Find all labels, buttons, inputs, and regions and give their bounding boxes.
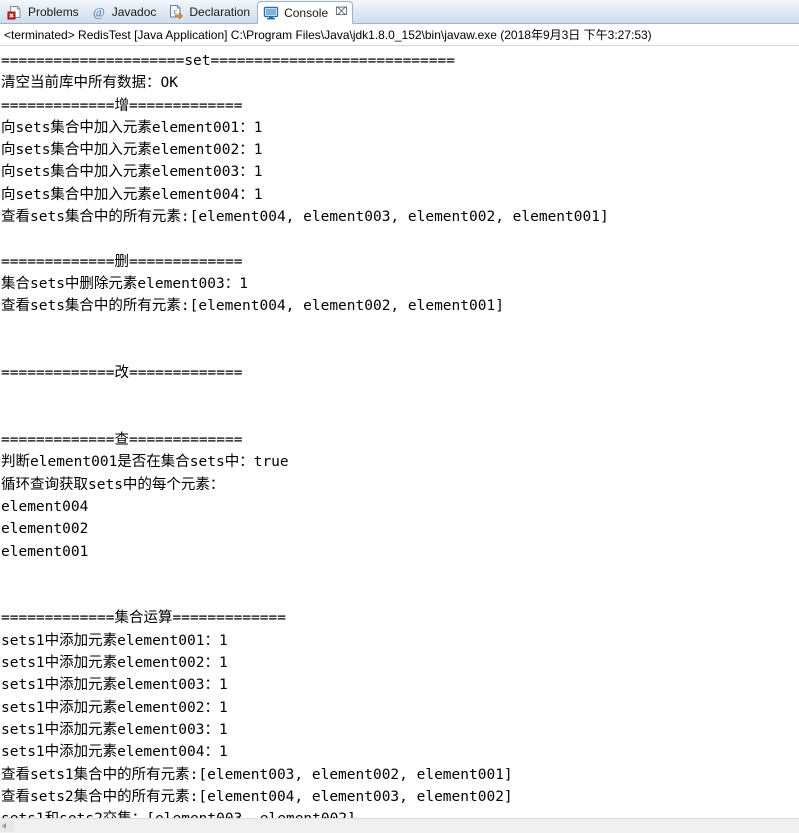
horizontal-scrollbar[interactable] <box>0 818 799 833</box>
tab-declaration[interactable]: c Declaration <box>163 0 257 23</box>
tab-label-console: Console <box>284 5 329 20</box>
declaration-icon: c <box>168 4 184 20</box>
left-arrow-icon[interactable] <box>2 823 6 829</box>
tab-javadoc[interactable]: @ Javadoc <box>86 0 164 23</box>
process-info-line: <terminated> RedisTest [Java Application… <box>0 24 799 46</box>
console-output-text: =====================set================… <box>1 53 609 818</box>
tab-console[interactable]: Console ⌧ <box>257 1 353 24</box>
tab-label-declaration: Declaration <box>189 4 251 19</box>
console-icon <box>263 5 279 21</box>
problems-icon <box>7 4 23 20</box>
close-icon[interactable]: ⌧ <box>335 7 348 18</box>
javadoc-icon: @ <box>91 4 107 20</box>
tab-problems[interactable]: Problems <box>2 0 86 23</box>
console-output-area[interactable]: =====================set================… <box>0 47 799 818</box>
svg-text:@: @ <box>93 4 105 19</box>
tab-label-problems: Problems <box>28 4 79 19</box>
tab-label-javadoc: Javadoc <box>111 4 157 19</box>
view-tab-bar: Problems @ Javadoc c Declaration Console… <box>0 0 799 24</box>
